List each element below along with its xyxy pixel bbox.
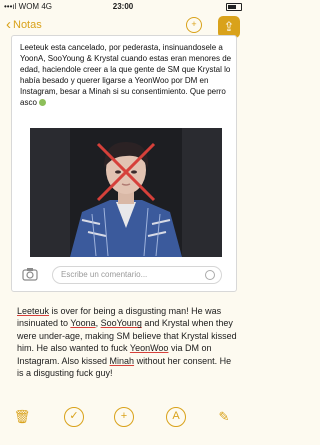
nav-bar: ‹ Notas + ⇪ xyxy=(0,14,246,38)
misspelled-word: Minah xyxy=(109,355,135,366)
smiley-icon[interactable] xyxy=(205,270,215,280)
chevron-left-icon: ‹ xyxy=(6,16,11,33)
battery-indicator xyxy=(224,0,242,14)
photo-illustration xyxy=(30,128,222,257)
bottom-toolbar: 🗑 ✓ + A ✎ xyxy=(0,402,246,432)
nauseated-face-icon xyxy=(39,99,47,106)
post-text-body: Leeteuk esta cancelado, por pederasta, i… xyxy=(20,43,232,107)
battery-icon xyxy=(226,2,242,11)
status-bar: •••ıl WOM 4G 23:00 xyxy=(0,0,246,14)
person-plus-icon[interactable]: + xyxy=(186,17,202,33)
clock: 23:00 xyxy=(112,2,134,11)
checklist-icon[interactable]: ✓ xyxy=(64,407,84,427)
misspelled-word: Leeteuk xyxy=(17,306,50,316)
misspelled-word: SooYoung xyxy=(100,318,142,329)
post-text: Leeteuk esta cancelado, por pederasta, i… xyxy=(20,42,232,108)
sketch-icon[interactable]: A xyxy=(166,407,186,427)
compose-icon[interactable]: ✎ xyxy=(214,407,234,427)
misspelled-word: YeonWoo xyxy=(129,343,169,354)
back-label: Notas xyxy=(13,19,42,31)
back-button[interactable]: ‹ Notas xyxy=(6,16,42,34)
note-body[interactable]: Leeteuk is over for being a disgusting m… xyxy=(17,305,239,379)
trash-icon[interactable]: 🗑 xyxy=(12,407,32,427)
comment-placeholder: Escribe un comentario... xyxy=(61,270,148,279)
post-photo[interactable] xyxy=(30,128,222,257)
camera-glyph xyxy=(22,268,38,281)
embedded-post-card: Leeteuk esta cancelado, por pederasta, i… xyxy=(11,35,237,292)
comment-input[interactable]: Escribe un comentario... xyxy=(52,266,222,284)
comment-bar: Escribe un comentario... xyxy=(12,261,236,291)
camera-icon[interactable] xyxy=(22,267,38,286)
misspelled-word: Yoona xyxy=(70,318,96,329)
add-icon[interactable]: + xyxy=(114,407,134,427)
